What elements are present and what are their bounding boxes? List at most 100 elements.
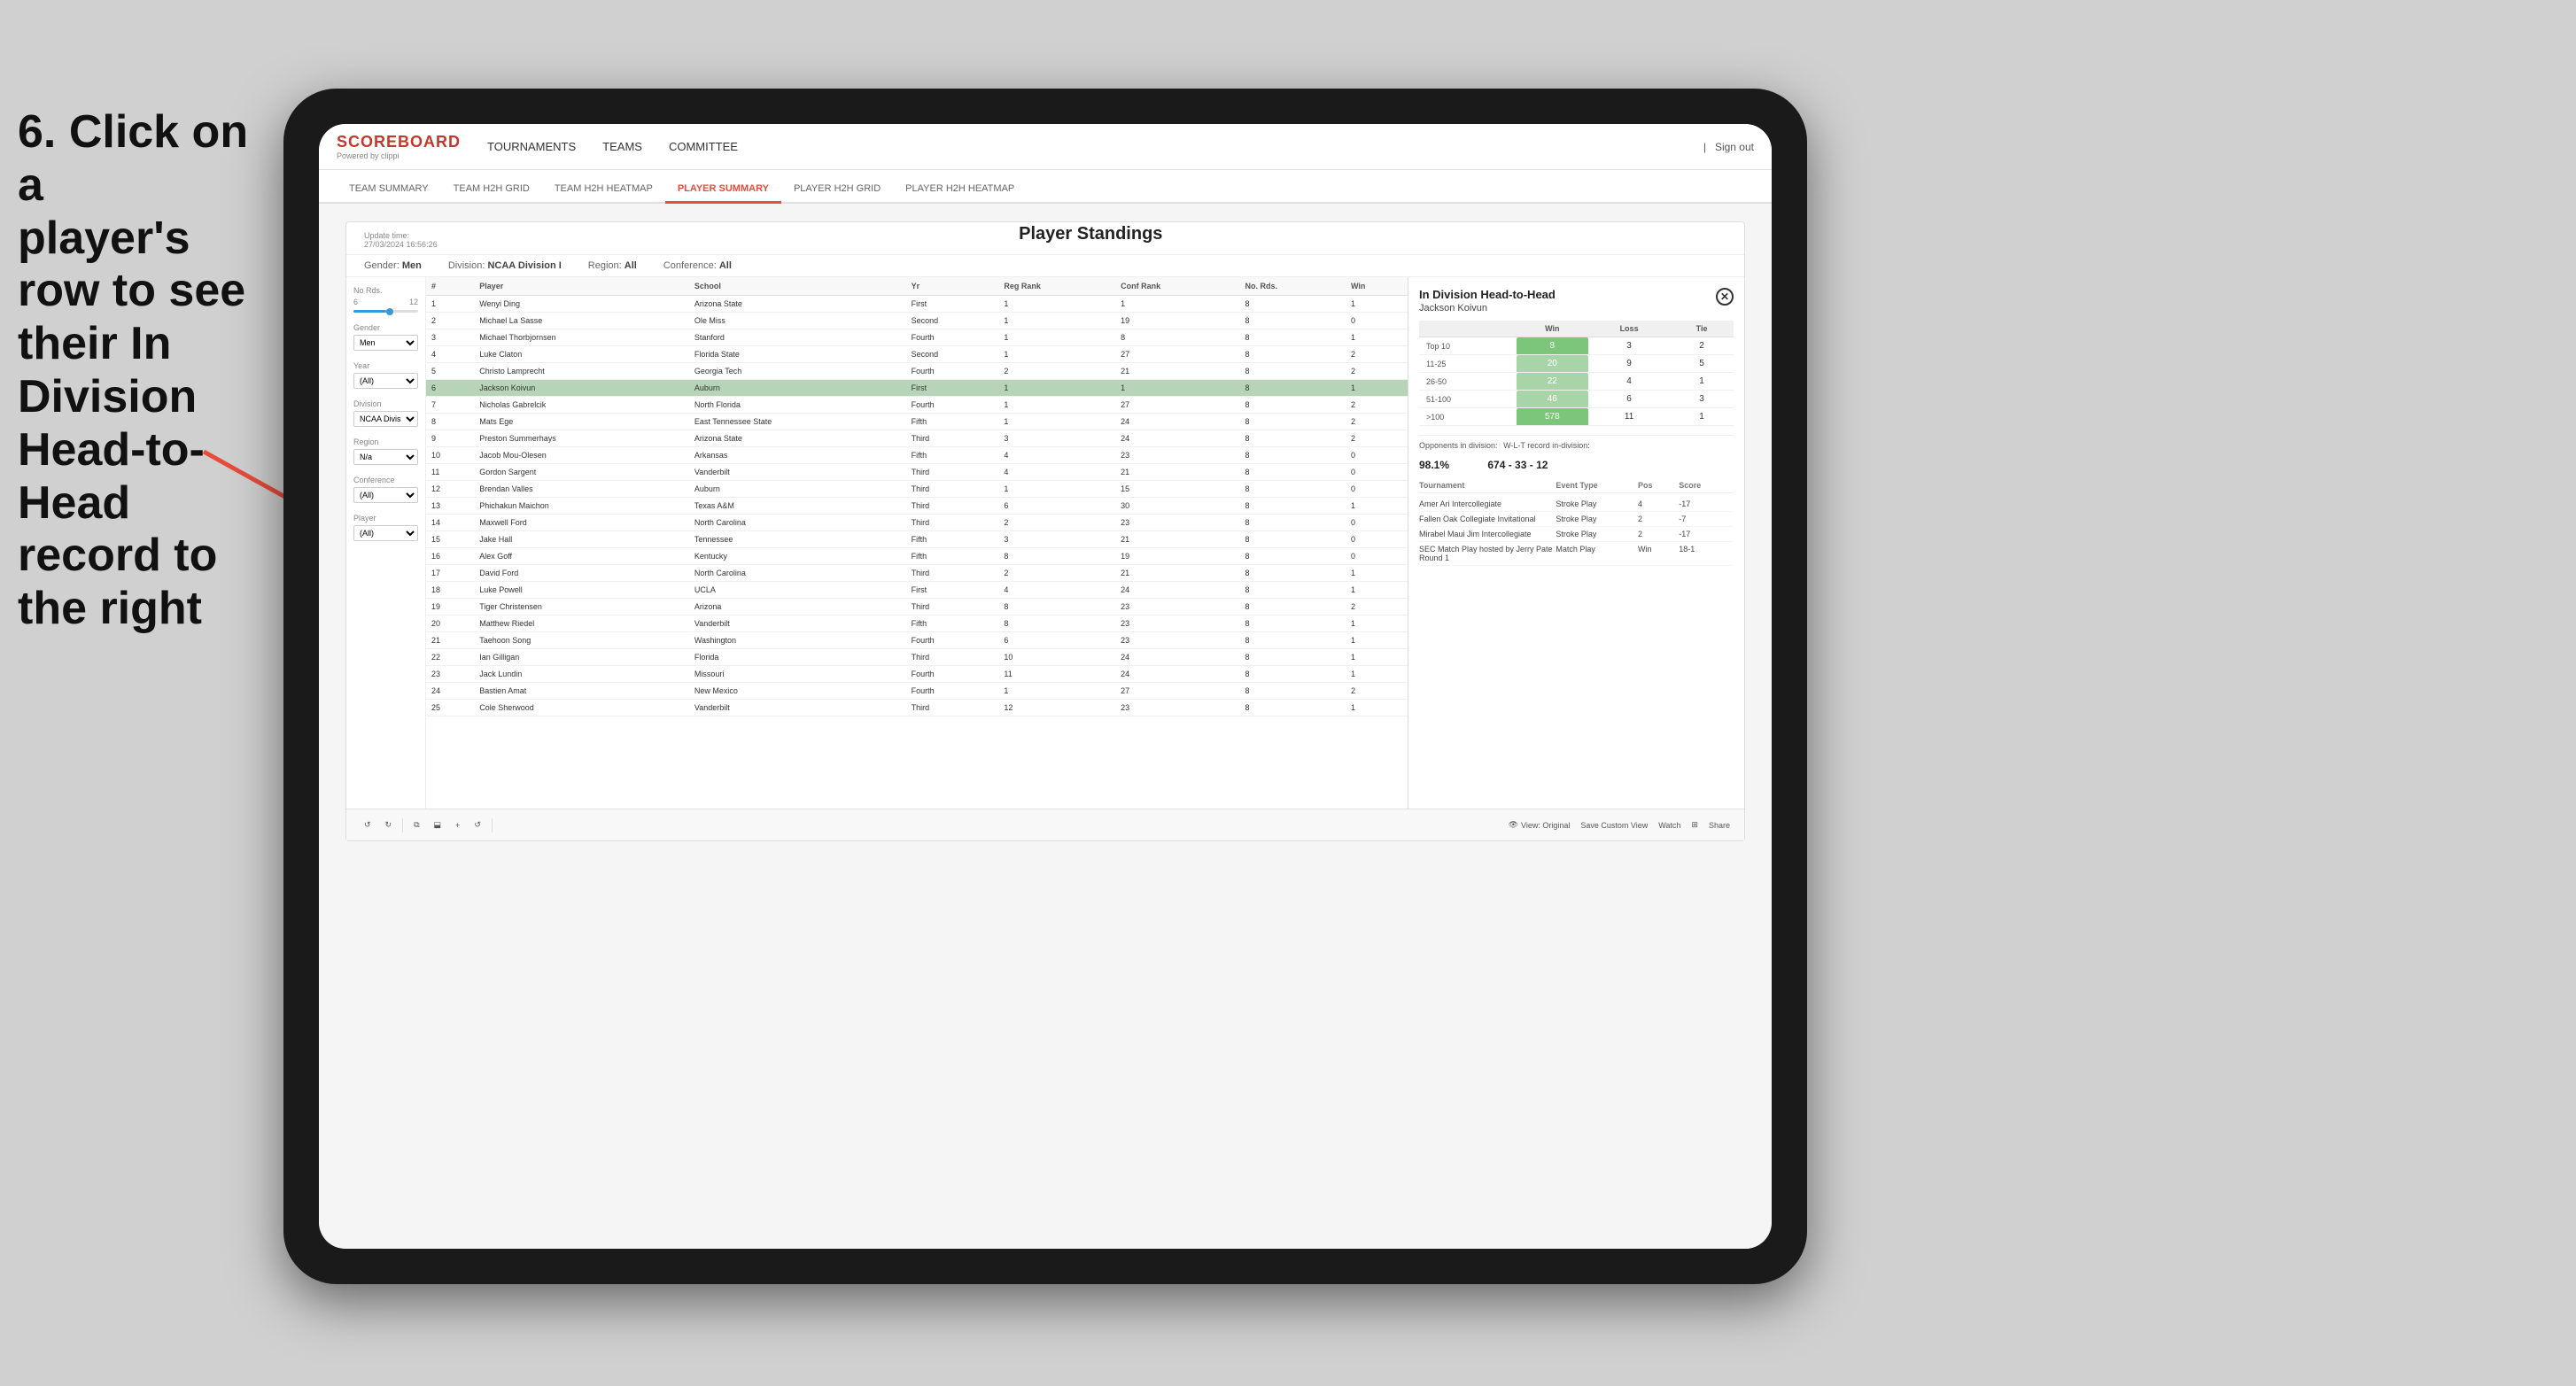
table-row[interactable]: 17 David Ford North Carolina Third 2 21 … [426, 565, 1408, 582]
table-row[interactable]: 16 Alex Goff Kentucky Fifth 8 19 8 0 [426, 548, 1408, 565]
tab-team-summary[interactable]: TEAM SUMMARY [337, 176, 441, 204]
nav-teams[interactable]: TEAMS [602, 136, 642, 157]
sidebar-year-select[interactable]: (All) [353, 373, 418, 389]
cell-player: Jake Hall [474, 531, 689, 548]
sidebar-player-section: Player (All) [353, 514, 418, 541]
table-row[interactable]: 22 Ian Gilligan Florida Third 10 24 8 1 [426, 649, 1408, 666]
table-row[interactable]: 7 Nicholas Gabrelcik North Florida Fourt… [426, 397, 1408, 414]
cell-school: Vanderbilt [689, 464, 906, 481]
table-row[interactable]: 5 Christo Lamprecht Georgia Tech Fourth … [426, 363, 1408, 380]
cell-rds: 8 [1239, 565, 1345, 582]
toolbar-copy[interactable]: ⧉ [410, 818, 423, 832]
cell-rds: 8 [1239, 582, 1345, 599]
cell-yr: Third [906, 515, 999, 531]
cell-school: Stanford [689, 329, 906, 346]
sidebar-division-select[interactable]: NCAA Division I [353, 411, 418, 427]
table-row[interactable]: 23 Jack Lundin Missouri Fourth 11 24 8 1 [426, 666, 1408, 683]
cell-win: 1 [1346, 700, 1408, 716]
table-row[interactable]: 25 Cole Sherwood Vanderbilt Third 12 23 … [426, 700, 1408, 716]
cell-player: Gordon Sargent [474, 464, 689, 481]
cell-player: Jacob Mou-Olesen [474, 447, 689, 464]
cell-rds: 8 [1239, 329, 1345, 346]
tab-player-summary[interactable]: PLAYER SUMMARY [665, 176, 781, 204]
cell-reg: 1 [998, 397, 1115, 414]
cell-rds: 8 [1239, 380, 1345, 397]
table-row[interactable]: 2 Michael La Sasse Ole Miss Second 1 19 … [426, 313, 1408, 329]
cell-conf: 1 [1115, 380, 1239, 397]
table-row[interactable]: 24 Bastien Amat New Mexico Fourth 1 27 8… [426, 683, 1408, 700]
nav-committee[interactable]: COMMITTEE [669, 136, 738, 157]
toolbar-more[interactable]: + [452, 819, 463, 832]
table-row[interactable]: 10 Jacob Mou-Olesen Arkansas Fifth 4 23 … [426, 447, 1408, 464]
logo-area: SCOREBOARD Powered by clippi [337, 133, 461, 160]
table-row[interactable]: 13 Phichakun Maichon Texas A&M Third 6 3… [426, 498, 1408, 515]
col-win: Win [1346, 277, 1408, 296]
nav-tournaments[interactable]: TOURNAMENTS [487, 136, 576, 157]
table-row[interactable]: 19 Tiger Christensen Arizona Third 8 23 … [426, 599, 1408, 616]
cell-conf: 27 [1115, 683, 1239, 700]
cell-conf: 23 [1115, 632, 1239, 649]
table-row[interactable]: 4 Luke Claton Florida State Second 1 27 … [426, 346, 1408, 363]
toolbar-layout[interactable]: ⊞ [1691, 820, 1698, 830]
col-pos: Pos [1638, 481, 1679, 490]
table-row[interactable]: 9 Preston Summerhays Arizona State Third… [426, 430, 1408, 447]
tab-player-h2h-heatmap[interactable]: PLAYER H2H HEATMAP [893, 176, 1027, 204]
tab-team-h2h-heatmap[interactable]: TEAM H2H HEATMAP [542, 176, 665, 204]
table-row[interactable]: 14 Maxwell Ford North Carolina Third 2 2… [426, 515, 1408, 531]
table-row[interactable]: 15 Jake Hall Tennessee Fifth 3 21 8 0 [426, 531, 1408, 548]
table-row[interactable]: 12 Brendan Valles Auburn Third 1 15 8 0 [426, 481, 1408, 498]
table-row[interactable]: 11 Gordon Sargent Vanderbilt Third 4 21 … [426, 464, 1408, 481]
toolbar-paste[interactable]: ⬓ [431, 818, 446, 832]
toolbar-redo[interactable]: ↻ [382, 818, 396, 832]
sidebar-gender-select[interactable]: Men [353, 335, 418, 351]
sign-out-link[interactable]: Sign out [1715, 141, 1754, 153]
h2h-cell-tie: 1 [1670, 373, 1734, 391]
cell-reg: 2 [998, 363, 1115, 380]
toolbar-refresh[interactable]: ↺ [470, 818, 485, 832]
toolbar-view-original[interactable]: 👁 View: Original [1509, 820, 1571, 830]
tournament-score: -7 [1679, 515, 1734, 523]
h2h-cell-loss: 4 [1588, 373, 1670, 391]
table-row[interactable]: 6 Jackson Koivun Auburn First 1 1 8 1 [426, 380, 1408, 397]
cell-yr: Third [906, 481, 999, 498]
sidebar-conference-label: Conference [353, 476, 418, 484]
table-row[interactable]: 1 Wenyi Ding Arizona State First 1 1 8 1 [426, 296, 1408, 313]
sidebar-player-select[interactable]: (All) [353, 525, 418, 541]
table-row[interactable]: 20 Matthew Riedel Vanderbilt Fifth 8 23 … [426, 616, 1408, 632]
tournaments-header: Tournament Event Type Pos Score [1419, 478, 1734, 493]
cell-school: Vanderbilt [689, 700, 906, 716]
sidebar-division-section: Division NCAA Division I [353, 399, 418, 427]
tab-player-h2h-grid[interactable]: PLAYER H2H GRID [781, 176, 893, 204]
cell-num: 23 [426, 666, 474, 683]
h2h-close-button[interactable]: ✕ [1716, 288, 1734, 306]
toolbar-share[interactable]: Share [1709, 820, 1730, 830]
cell-reg: 1 [998, 296, 1115, 313]
cell-yr: Fourth [906, 397, 999, 414]
table-row[interactable]: 18 Luke Powell UCLA First 4 24 8 1 [426, 582, 1408, 599]
sidebar-conference-select[interactable]: (All) [353, 487, 418, 503]
toolbar-watch[interactable]: Watch [1658, 820, 1680, 830]
cell-yr: Third [906, 700, 999, 716]
cell-reg: 4 [998, 464, 1115, 481]
cell-win: 0 [1346, 548, 1408, 565]
toolbar-save-custom[interactable]: Save Custom View [1580, 820, 1648, 830]
h2h-cell-loss: 3 [1588, 337, 1670, 355]
sidebar-slider[interactable]: 6 12 [353, 298, 418, 313]
tab-team-h2h-grid[interactable]: TEAM H2H GRID [441, 176, 542, 204]
wlt-record: 674 - 33 - 12 [1487, 459, 1548, 471]
sidebar-year-label: Year [353, 361, 418, 370]
cell-num: 9 [426, 430, 474, 447]
toolbar-undo[interactable]: ↺ [361, 818, 375, 832]
cell-conf: 8 [1115, 329, 1239, 346]
cell-num: 21 [426, 632, 474, 649]
cell-player: Brendan Valles [474, 481, 689, 498]
sidebar-region-select[interactable]: N/a [353, 449, 418, 465]
cell-reg: 1 [998, 329, 1115, 346]
col-conf-rank: Conf Rank [1115, 277, 1239, 296]
table-row[interactable]: 3 Michael Thorbjornsen Stanford Fourth 1… [426, 329, 1408, 346]
opponents-row: Opponents in division: W-L-T record in-d… [1419, 435, 1734, 455]
table-row[interactable]: 8 Mats Ege East Tennessee State Fifth 1 … [426, 414, 1408, 430]
table-row[interactable]: 21 Taehoon Song Washington Fourth 6 23 8… [426, 632, 1408, 649]
cell-school: Florida State [689, 346, 906, 363]
table-header-row: # Player School Yr Reg Rank Conf Rank No… [426, 277, 1408, 296]
